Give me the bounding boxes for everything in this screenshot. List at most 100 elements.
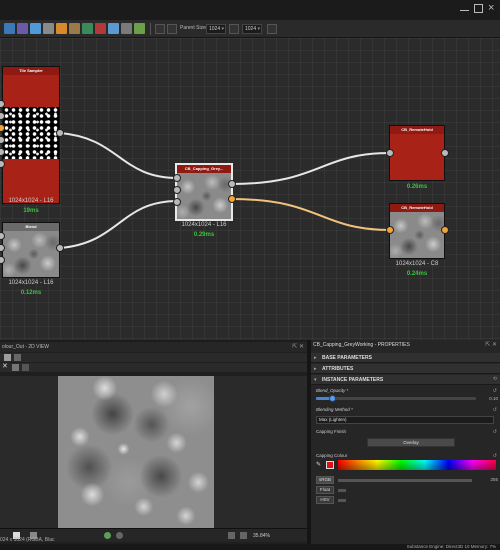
node-timing: 0.12ms: [20, 290, 42, 296]
zoom-in-icon[interactable]: [240, 532, 247, 539]
camera-icon[interactable]: [134, 23, 145, 34]
channel-value[interactable]: 255: [490, 477, 498, 482]
maximize-icon[interactable]: [474, 4, 483, 13]
view-mode-icon[interactable]: [155, 24, 165, 34]
channel-slider[interactable]: [338, 489, 346, 492]
blend-opacity-slider[interactable]: [316, 395, 476, 402]
blending-method-label: Blending Method *: [316, 407, 353, 412]
blend-opacity-handle[interactable]: [329, 395, 336, 402]
properties-title: CB_Capping_GreyWorking - PROPERTIES: [313, 342, 410, 348]
node-resolution: 1024x1024 - L16: [181, 222, 227, 228]
copy-icon[interactable]: [14, 354, 21, 361]
height-size-select[interactable]: 1024 ▾: [242, 24, 262, 34]
capping-finish-button[interactable]: Overlay: [367, 438, 455, 447]
panel-controls-icon[interactable]: ⇱ ✕: [485, 341, 497, 348]
chain-link-icon[interactable]: [229, 24, 239, 34]
channel-slider[interactable]: [338, 499, 346, 502]
input-port[interactable]: [173, 186, 181, 194]
layout-icon[interactable]: [167, 24, 177, 34]
properties-panel: CB_Capping_GreyWorking - PROPERTIES ⇱ ✕ …: [311, 340, 500, 550]
info-icon[interactable]: [116, 532, 123, 539]
reset-icon[interactable]: ↺: [493, 429, 497, 435]
channel-slider[interactable]: [338, 479, 472, 482]
gear-icon[interactable]: [121, 23, 132, 34]
output-port[interactable]: [56, 129, 64, 137]
status-bar: Substance Engine: Direct3D 10 Memory: 7%: [0, 544, 500, 550]
node-title: CB_Capping_Grey...: [177, 165, 231, 173]
chart-icon[interactable]: [108, 23, 119, 34]
node-remote-hold-top[interactable]: CB_RemoteHold: [389, 125, 445, 181]
graph-icon[interactable]: [4, 23, 15, 34]
zoom-out-icon[interactable]: [228, 532, 235, 539]
node-preview: [3, 231, 59, 277]
texture-viewport[interactable]: [0, 376, 307, 536]
capping-colour-label: Capping Colour: [316, 453, 348, 458]
lock-icon[interactable]: [95, 23, 106, 34]
input-port[interactable]: [173, 198, 181, 206]
reset-icon[interactable]: ⟲: [493, 376, 497, 382]
script-icon[interactable]: [82, 23, 93, 34]
output-port-active[interactable]: [228, 195, 236, 203]
mode-hsv[interactable]: HSV: [316, 496, 334, 504]
input-port[interactable]: [173, 174, 181, 182]
pin-icon[interactable]: [43, 23, 54, 34]
colour-swatch[interactable]: [326, 461, 334, 469]
reset-icon[interactable]: ↺: [493, 407, 497, 413]
section-base-parameters[interactable]: ▸ BASE PARAMETERS: [311, 353, 500, 363]
node-resolution: 1024x1024 - C8: [395, 261, 439, 267]
blending-method-select[interactable]: Max (Lighten): [316, 416, 494, 424]
minimize-icon[interactable]: [460, 4, 469, 11]
section-attributes[interactable]: ▸ ATTRIBUTES: [311, 364, 500, 374]
channels-icon[interactable]: [12, 364, 19, 371]
blend-opacity-value[interactable]: 0.10: [489, 396, 498, 401]
node-preview-top: [3, 75, 59, 107]
node-remote-hold-bottom[interactable]: CB_RemoteHold: [389, 203, 445, 259]
zoom-level[interactable]: 35.84%: [253, 533, 270, 539]
engine-status: Substance Engine: Direct3D 10 Memory: 7%: [406, 544, 496, 549]
view-2d-toolbar-secondary: ✕: [0, 363, 307, 372]
mode-float[interactable]: Float: [316, 486, 334, 494]
node-resolution: 1024x1024 - L16: [8, 198, 54, 204]
reset-icon[interactable]: ↺: [493, 388, 497, 394]
input-port[interactable]: [386, 149, 394, 157]
panel-controls-icon[interactable]: ⇱ ✕: [292, 342, 304, 352]
wire-tile-to-capping: [59, 132, 179, 179]
toolbar-divider: [150, 23, 151, 35]
node-blend[interactable]: Blend: [2, 222, 60, 278]
status-icon[interactable]: [104, 532, 111, 539]
node-title: Tile Sampler: [3, 67, 59, 75]
input-port-active[interactable]: [386, 226, 394, 234]
width-size-select[interactable]: 1024 ▾: [206, 24, 226, 34]
filter-icon[interactable]: [56, 23, 67, 34]
node-tile-sampler[interactable]: Tile Sampler: [2, 66, 60, 204]
close-icon[interactable]: ×: [488, 3, 497, 14]
section-instance-parameters[interactable]: ▾ INSTANCE PARAMETERS: [311, 375, 500, 385]
output-port[interactable]: [56, 244, 64, 252]
node-preview: [390, 134, 444, 180]
chevron-right-icon: ▸: [314, 355, 317, 361]
more-options-icon[interactable]: [267, 24, 277, 34]
close-view-icon[interactable]: ✕: [2, 362, 8, 370]
comment-icon[interactable]: [30, 23, 41, 34]
node-timing: 0.26ms: [406, 184, 428, 190]
node-title: Blend: [3, 223, 59, 231]
tiling-icon[interactable]: [22, 364, 29, 371]
eyedropper-icon[interactable]: ✎: [316, 461, 321, 468]
node-timing: 0.24ms: [406, 271, 428, 277]
mode-srgb[interactable]: sRGB: [316, 476, 334, 484]
wire-blend-to-capping: [59, 200, 179, 249]
link-icon[interactable]: [69, 23, 80, 34]
node-preview: [390, 212, 444, 258]
frame-icon[interactable]: [17, 23, 28, 34]
view-2d-title: olour_Out - 2D VIEW: [2, 344, 49, 350]
output-port[interactable]: [441, 149, 449, 157]
texture-preview: [58, 376, 214, 528]
node-preview-bottom: [3, 159, 59, 203]
reset-icon[interactable]: ↺: [493, 453, 497, 459]
output-port[interactable]: [228, 180, 236, 188]
output-port-active[interactable]: [441, 226, 449, 234]
colour-spectrum[interactable]: [338, 460, 496, 470]
save-icon[interactable]: [4, 354, 11, 361]
node-capping-grey[interactable]: CB_Capping_Grey...: [175, 163, 233, 221]
graph-canvas[interactable]: Tile Sampler 1024x1024 - L16 19ms Blend …: [0, 38, 500, 340]
